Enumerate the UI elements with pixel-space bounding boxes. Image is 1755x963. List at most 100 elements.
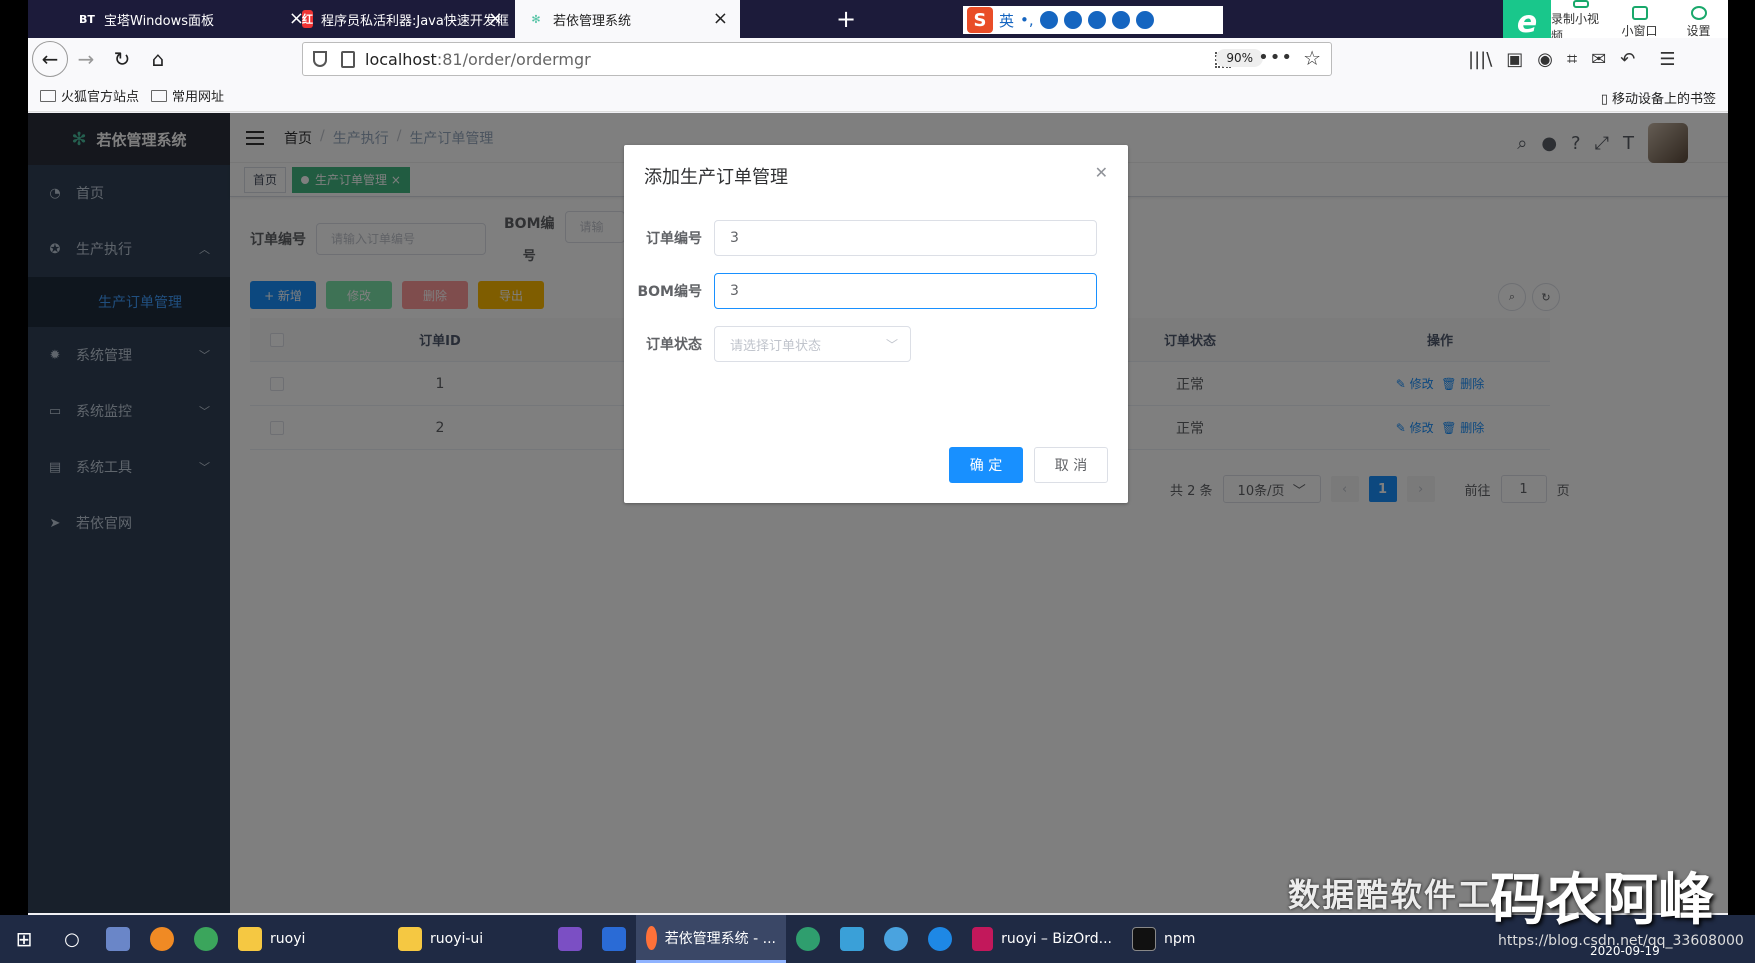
reload-button[interactable]: ↻ — [104, 41, 140, 77]
url-host: localhost — [365, 49, 437, 69]
undo-icon[interactable]: ↶ — [1620, 49, 1635, 70]
sogou-icon[interactable]: S — [967, 7, 993, 33]
bom-no-row: BOM编号 3 — [624, 273, 1128, 309]
back-button[interactable]: ← — [32, 41, 68, 77]
tab-title: 若依管理系统 — [553, 13, 632, 29]
tab-title: 程序员私活利器:Java快速开发框 — [321, 13, 509, 29]
gear-icon — [1690, 5, 1707, 20]
status-row: 订单状态 请选择订单状态 ﹀ — [624, 326, 1128, 362]
sidebar-icon[interactable]: ▣ — [1506, 49, 1523, 70]
taskbar-firefox[interactable]: 若依管理系统 - ... — [636, 915, 786, 963]
taskbar-app[interactable] — [592, 915, 636, 963]
library-icon[interactable]: |||\ — [1468, 49, 1492, 70]
settings-label: 设置 — [1686, 23, 1711, 38]
terminal-icon — [1132, 927, 1156, 951]
tab-bar: BT 宝塔Windows面板 × 红 程序员私活利器:Java快速开发框 × ✻… — [28, 0, 1728, 38]
watermark-author: 码农阿峰 — [1490, 868, 1714, 933]
forward-button[interactable]: → — [68, 41, 104, 77]
home-button[interactable]: ⌂ — [140, 41, 176, 77]
edge-icon — [928, 927, 952, 951]
taskbar-app[interactable] — [140, 915, 184, 963]
tab-java-framework[interactable]: 红 程序员私活利器:Java快速开发框 × — [290, 0, 515, 38]
taskbar-app[interactable] — [548, 915, 592, 963]
bookmark-label: 火狐官方站点 — [61, 90, 140, 105]
leaf-favicon-icon: ✻ — [531, 12, 541, 26]
taskbar-label: ruoyi-ui — [430, 931, 484, 947]
taskbar-app[interactable] — [96, 915, 140, 963]
bookmarks-bar: 火狐官方站点 常用网址 ▯ 移动设备上的书签 — [28, 80, 1728, 112]
taskbar-ruoyi-ui[interactable]: ruoyi-ui — [388, 915, 548, 963]
taskbar-app[interactable] — [830, 915, 874, 963]
close-tab-icon[interactable]: × — [488, 10, 503, 28]
tab-ruoyi[interactable]: ✻ 若依管理系统 × — [515, 0, 740, 38]
order-no-field[interactable]: 3 — [714, 220, 1097, 256]
mobile-bookmarks[interactable]: ▯ 移动设备上的书签 — [1601, 88, 1716, 107]
watermark-text: 数据酷软件工 — [1288, 876, 1493, 914]
bookmark-firefox[interactable]: 火狐官方站点 — [40, 86, 139, 105]
star-icon[interactable]: ☆ — [1303, 46, 1321, 70]
bookmark-common[interactable]: 常用网址 — [151, 86, 224, 105]
visual-studio-icon — [558, 927, 582, 951]
taskbar-app[interactable] — [874, 915, 918, 963]
clock-date: 2020-09-19 — [1590, 944, 1660, 958]
emoji-icon[interactable] — [1039, 11, 1058, 29]
firefox-icon — [646, 925, 657, 950]
menu-icon[interactable]: ☰ — [1659, 49, 1675, 70]
ruoyi-app: ✻若依管理系统 ◔首页 ✪生产执行︿ 生产订单管理 ✹系统管理﹀ ▭系统监控﹀ … — [28, 113, 1728, 913]
bom-no-label: BOM编号 — [637, 284, 702, 300]
page-icon[interactable] — [341, 50, 355, 68]
folder-icon — [40, 89, 56, 102]
order-no-row: 订单编号 3 — [624, 220, 1128, 256]
status-placeholder: 请选择订单状态 — [730, 338, 822, 354]
intellij-icon — [972, 927, 994, 951]
url-bar[interactable]: localhost:81/order/ordermgr 90% ••• ☆ — [302, 42, 1332, 76]
computer-icon — [106, 927, 130, 951]
taskbar-app[interactable] — [918, 915, 962, 963]
taskbar-app[interactable] — [184, 915, 228, 963]
more-icon[interactable]: ••• — [1258, 47, 1293, 68]
ime-language[interactable]: 英 — [999, 10, 1014, 31]
start-icon[interactable]: ⊞ — [0, 915, 48, 963]
search-tool-icon — [150, 927, 174, 951]
account-icon[interactable]: ◉ — [1537, 49, 1553, 70]
chevron-down-icon: ﹀ — [885, 338, 898, 352]
cortana-icon[interactable]: ○ — [48, 915, 96, 963]
taskbar-label: ruoyi — [270, 931, 306, 947]
zoom-level[interactable]: 90% — [1216, 49, 1263, 67]
confirm-button[interactable]: 确 定 — [949, 447, 1023, 483]
mini-label: 小窗口 — [1621, 23, 1658, 38]
taskbar-npm[interactable]: npm — [1122, 915, 1252, 963]
taskbar-ruoyi[interactable]: ruoyi — [228, 915, 388, 963]
shield-icon[interactable] — [313, 51, 327, 67]
close-icon[interactable]: ✕ — [1095, 163, 1108, 182]
bom-no-field[interactable]: 3 — [714, 273, 1097, 309]
skin-icon[interactable] — [1111, 11, 1130, 29]
add-order-dialog: 添加生产订单管理 ✕ 订单编号 3 BOM编号 3 订单状态 请选择订单状态 ﹀ … — [624, 145, 1128, 503]
chat-icon[interactable]: ✉ — [1591, 49, 1606, 70]
tab-bt-panel[interactable]: BT 宝塔Windows面板 × — [66, 0, 316, 38]
mic-icon[interactable] — [1063, 11, 1082, 29]
cancel-button[interactable]: 取 消 — [1034, 447, 1108, 483]
folder-icon — [151, 89, 168, 102]
status-label: 订单状态 — [646, 337, 702, 353]
bt-favicon-icon: BT — [79, 12, 95, 26]
status-select[interactable]: 请选择订单状态 ﹀ — [714, 326, 911, 362]
nav-bar: ← → ↻ ⌂ localhost:81/order/ordermgr 90% … — [28, 38, 1728, 80]
new-tab-button[interactable]: + — [836, 6, 856, 32]
ime-toolbar: S 英 •, — [963, 6, 1223, 34]
taskbar-idea[interactable]: ruoyi – BizOrd... — [962, 915, 1122, 963]
dialog-title: 添加生产订单管理 — [644, 167, 788, 188]
close-tab-icon[interactable]: × — [713, 10, 728, 28]
powershell-icon — [602, 927, 626, 951]
edge-dev-icon — [796, 927, 820, 951]
order-no-label: 订单编号 — [646, 231, 702, 247]
crop-icon[interactable]: ⌗ — [1567, 49, 1577, 70]
tab-title: 宝塔Windows面板 — [104, 13, 215, 29]
taskbar-app[interactable] — [786, 915, 830, 963]
grid-icon[interactable] — [1135, 11, 1154, 29]
tv-icon — [1631, 5, 1648, 20]
keyboard-icon[interactable] — [1087, 11, 1106, 29]
map-pin-icon — [194, 927, 218, 951]
bookmark-label: 常用网址 — [172, 90, 225, 105]
punctuation-icon[interactable]: •, — [1020, 11, 1034, 29]
